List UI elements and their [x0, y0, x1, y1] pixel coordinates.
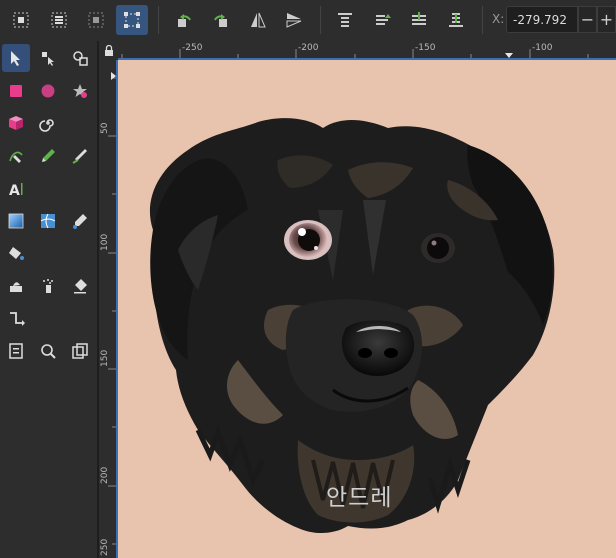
vertical-ruler[interactable]: 50 100 150 200 250: [99, 60, 118, 558]
ruler-label: 50: [100, 122, 110, 134]
ruler-label: 100: [100, 233, 110, 251]
command-bar: X: -279.792 − +: [0, 0, 616, 42]
rotate-ccw-icon[interactable]: [168, 5, 200, 35]
select-all-icon[interactable]: [5, 5, 37, 35]
lower-icon[interactable]: [403, 5, 435, 35]
x-decrement-button[interactable]: −: [578, 6, 597, 33]
rectangle-tool-icon[interactable]: [2, 77, 30, 105]
gradient-tool-icon[interactable]: [2, 207, 30, 235]
paint-bucket-tool-icon[interactable]: [2, 239, 30, 267]
flip-vertical-icon[interactable]: [278, 5, 310, 35]
3d-box-tool-icon[interactable]: [2, 109, 30, 137]
ruler-label: 250: [100, 538, 110, 556]
flip-horizontal-icon[interactable]: [242, 5, 274, 35]
ruler-label: -250: [182, 43, 203, 53]
star-tool-icon[interactable]: [66, 77, 94, 105]
raise-icon[interactable]: [366, 5, 398, 35]
ruler-label: -100: [532, 43, 553, 53]
dropper-tool-icon[interactable]: [66, 207, 94, 235]
raise-to-top-icon[interactable]: [329, 5, 361, 35]
selector-tool-icon[interactable]: [2, 44, 30, 72]
eraser-tool-icon[interactable]: [66, 272, 94, 300]
pages-tool-icon[interactable]: [2, 337, 30, 365]
toolbar-separator: [158, 6, 159, 34]
mesh-tool-icon[interactable]: [34, 207, 62, 235]
canvas-caption: 안드레: [326, 485, 393, 511]
toolbar-separator: [320, 6, 321, 34]
zoom-tool-icon[interactable]: [34, 337, 62, 365]
ruler-label: -200: [298, 43, 319, 53]
x-coordinate-input[interactable]: -279.792: [506, 6, 578, 33]
x-coordinate-label: X:: [492, 12, 505, 26]
measure-tool-icon[interactable]: [66, 337, 94, 365]
drawing-canvas[interactable]: 안드레: [118, 60, 616, 558]
rotate-cw-icon[interactable]: [205, 5, 237, 35]
calligraphy-tool-icon[interactable]: [66, 142, 94, 170]
guide-lock-icon[interactable]: [99, 41, 118, 60]
ruler-label: 150: [100, 349, 110, 367]
x-increment-button[interactable]: +: [597, 6, 616, 33]
bezier-pen-tool-icon[interactable]: [2, 142, 30, 170]
lower-to-bottom-icon[interactable]: [440, 5, 472, 35]
toolbox: A: [0, 41, 97, 558]
text-tool-icon[interactable]: A: [2, 175, 30, 203]
ruler-label: -150: [415, 43, 436, 53]
spiral-tool-icon[interactable]: [34, 109, 62, 137]
select-all-layers-icon[interactable]: [43, 5, 75, 35]
pencil-tool-icon[interactable]: [34, 142, 62, 170]
tweak-object-tool-icon[interactable]: [2, 272, 30, 300]
spray-tool-icon[interactable]: [34, 272, 62, 300]
tweak-tool-icon[interactable]: [66, 44, 94, 72]
horizontal-ruler[interactable]: -250 -200 -150 -100: [118, 41, 616, 60]
select-same-icon[interactable]: [80, 5, 112, 35]
ruler-label: 200: [100, 466, 110, 484]
ellipse-tool-icon[interactable]: [34, 77, 62, 105]
toolbar-separator: [482, 6, 483, 34]
connector-tool-icon[interactable]: [2, 304, 30, 332]
svg-text:A: A: [9, 183, 20, 198]
node-tool-icon[interactable]: [34, 44, 62, 72]
transform-handles-icon[interactable]: [116, 5, 148, 35]
